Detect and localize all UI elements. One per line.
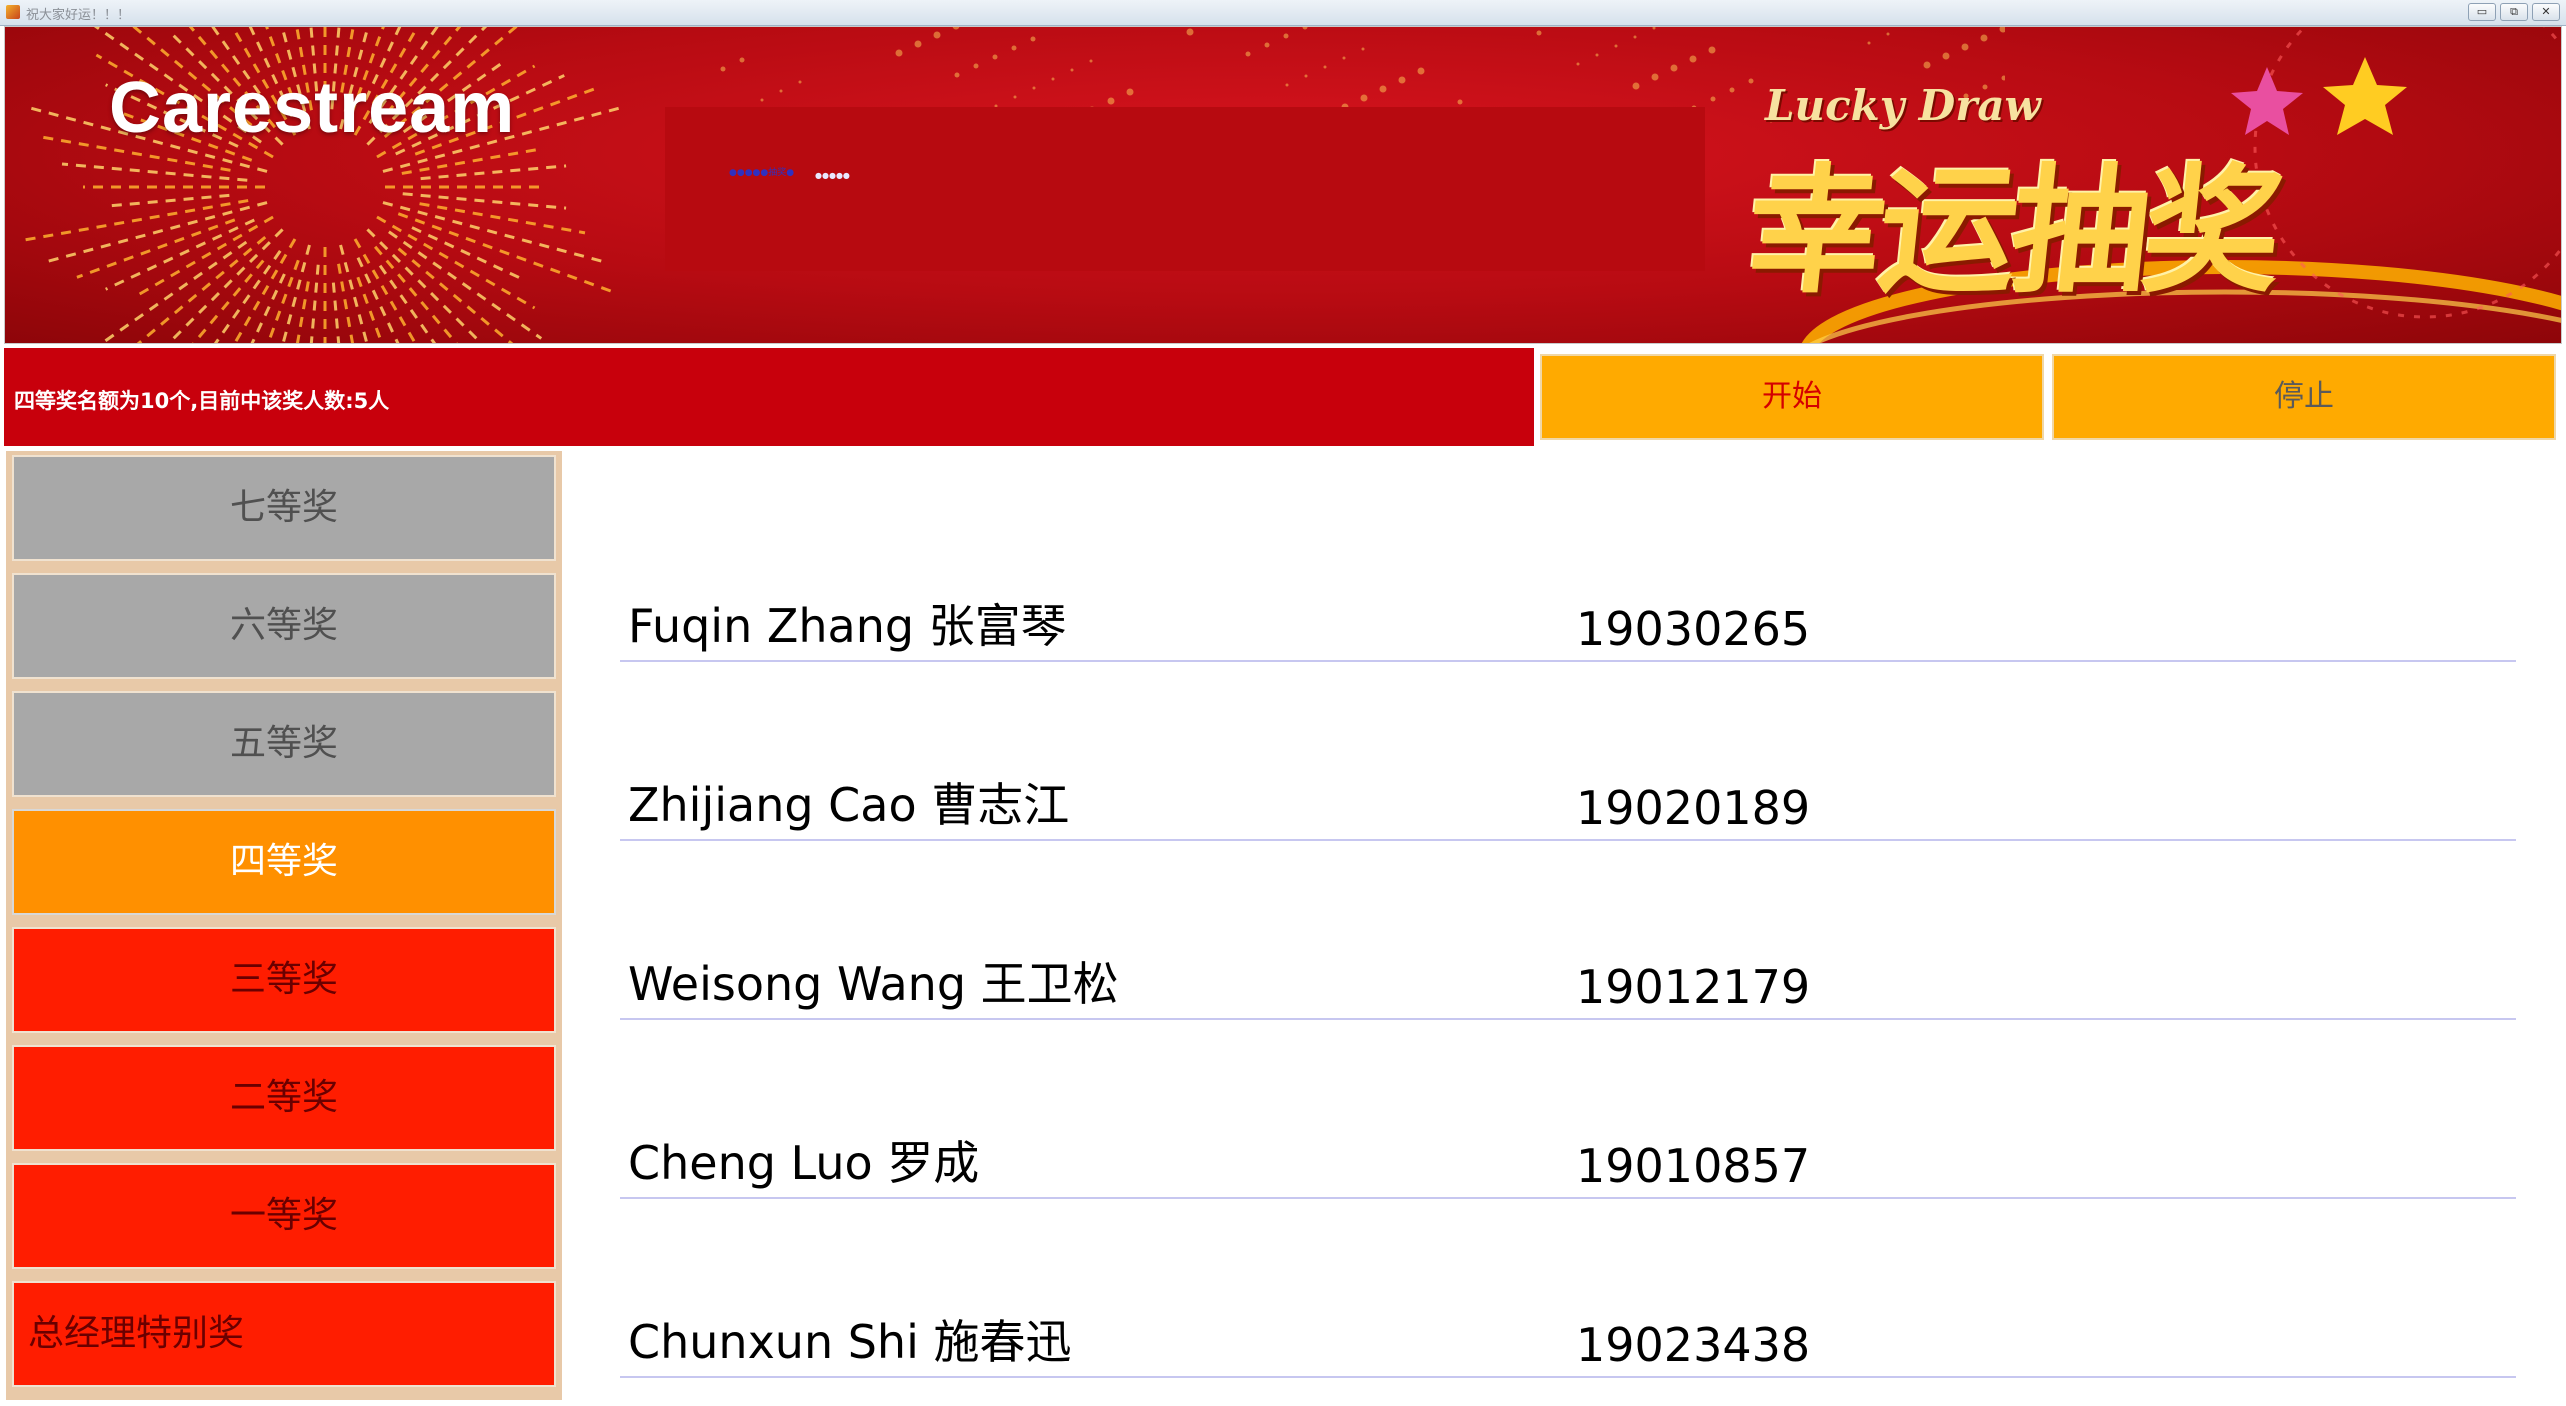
winner-row: Weisong Wang 王卫松 19012179 [620,938,2516,1020]
window-title: 祝大家好运！！！ [26,8,131,23]
banner-tiny-text-2: ●●●●● [815,171,850,180]
app-icon [6,5,20,19]
winner-row: Cheng Luo 罗成 19010857 [620,1117,2516,1199]
minimize-button[interactable]: ▭ [2468,3,2496,21]
winner-name: Fuqin Zhang 张富琴 [628,599,1067,653]
winner-employee-id: 19012179 [1576,960,1811,1014]
window-controls: ▭ ⧉ ✕ [2468,3,2560,21]
winner-name: Chunxun Shi 施春迅 [628,1315,1072,1369]
prize-3rd-button[interactable]: 三等奖 [12,927,556,1033]
winner-row: Fuqin Zhang 张富琴 19030265 [620,580,2516,662]
prize-5th-button[interactable]: 五等奖 [12,691,556,797]
prize-status-bar: 四等奖名额为10个,目前中该奖人数:5人 [4,348,1534,446]
prize-level-sidebar: 七等奖 六等奖 五等奖 四等奖 三等奖 二等奖 一等奖 总经理特别奖 [6,451,562,1400]
winner-employee-id: 19020189 [1576,781,1811,835]
winner-employee-id: 19030265 [1576,602,1811,656]
stop-button[interactable]: 停止 [2052,354,2556,440]
prize-status-text: 四等奖名额为10个,目前中该奖人数:5人 [14,389,390,413]
carestream-logo: Carestream [109,68,516,148]
winner-row: Zhijiang Cao 曹志江 19020189 [620,759,2516,841]
prize-1st-button[interactable]: 一等奖 [12,1163,556,1269]
start-button[interactable]: 开始 [1540,354,2044,440]
restore-button[interactable]: ⧉ [2500,3,2528,21]
winner-employee-id: 19023438 [1576,1318,1811,1372]
lucky-draw-graphic: Lucky Draw 幸运抽奖 [1705,27,2561,343]
prize-6th-button[interactable]: 六等奖 [12,573,556,679]
close-button[interactable]: ✕ [2532,3,2560,21]
prize-7th-button[interactable]: 七等奖 [12,455,556,561]
winner-name: Zhijiang Cao 曹志江 [628,778,1070,832]
star-icon [2323,57,2407,135]
lucky-draw-cn-title: 幸运抽奖 [1739,151,2285,312]
header-banner: ●●●●●抽奖● ●●●●● Carestream Lucky Draw 幸运抽… [4,26,2562,344]
prize-4th-button[interactable]: 四等奖 [12,809,556,915]
banner-tiny-text: ●●●●●抽奖● [729,168,795,178]
prize-2nd-button[interactable]: 二等奖 [12,1045,556,1151]
winner-name: Weisong Wang 王卫松 [628,957,1119,1011]
winner-employee-id: 19010857 [1576,1139,1811,1193]
banner-center-panel [665,107,1705,271]
winner-row: Chunxun Shi 施春迅 19023438 [620,1296,2516,1378]
window-title-bar: 祝大家好运！！！ ▭ ⧉ ✕ [0,0,2566,26]
prize-gm-special-button[interactable]: 总经理特别奖 [12,1281,556,1387]
winner-name: Cheng Luo 罗成 [628,1136,980,1190]
